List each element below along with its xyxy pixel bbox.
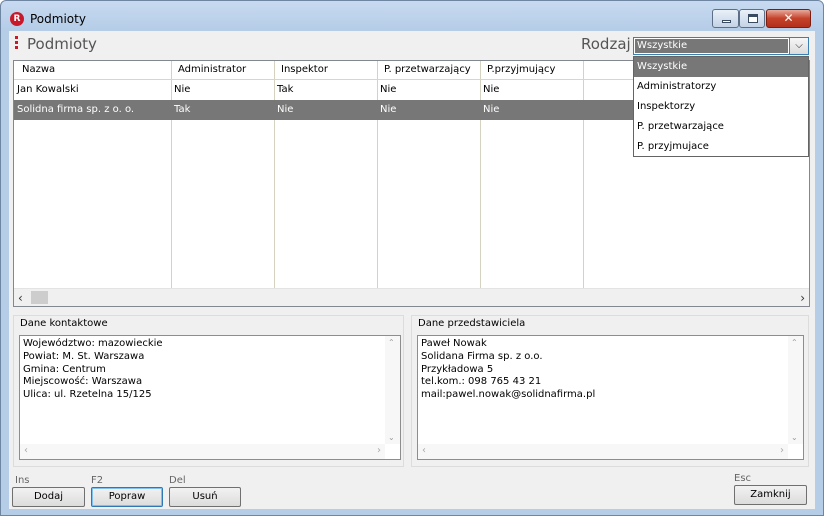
client-area: Podmioty Rodzaj Wszystkie ⌵ Wszystkie Ad… xyxy=(9,31,815,509)
maximize-button[interactable] xyxy=(739,9,765,28)
table-cell: Tak xyxy=(174,104,191,115)
memo-vertical-scrollbar[interactable]: ⌃ ⌄ xyxy=(788,336,803,444)
dropdown-option[interactable]: Wszystkie xyxy=(634,57,808,77)
close-window-button[interactable]: ✕ xyxy=(766,9,811,28)
table-cell: Nie xyxy=(380,84,397,95)
scroll-right-icon[interactable]: › xyxy=(377,445,381,456)
add-button[interactable]: Dodaj xyxy=(12,487,85,507)
column-header[interactable]: Administrator xyxy=(178,64,246,75)
chevron-down-icon[interactable]: ⌵ xyxy=(789,38,808,54)
representative-details-text: Paweł Nowak Solidana Firma sp. z o.o. Pr… xyxy=(421,338,596,401)
representative-details-memo[interactable]: Paweł Nowak Solidana Firma sp. z o.o. Pr… xyxy=(417,335,804,460)
column-header[interactable]: Inspektor xyxy=(281,64,328,75)
title-bar[interactable]: R Podmioty ✕ xyxy=(1,1,823,31)
memo-horizontal-scrollbar[interactable]: ‹ › xyxy=(418,444,788,459)
column-header[interactable]: Nazwa xyxy=(22,64,55,75)
delete-button[interactable]: Usuń xyxy=(169,487,241,507)
scroll-left-icon[interactable]: ‹ xyxy=(24,445,28,456)
podmioty-window: R Podmioty ✕ Podmioty Rodzaj Wszystkie ⌵… xyxy=(0,0,824,516)
contact-details-text: Województwo: mazowieckie Powiat: M. St. … xyxy=(23,338,163,401)
table-cell: Nie xyxy=(174,84,191,95)
table-horizontal-scrollbar[interactable]: ‹ › xyxy=(14,288,809,306)
column-header[interactable]: P. przetwarzający xyxy=(384,64,471,75)
scroll-down-icon[interactable]: ⌄ xyxy=(388,433,395,442)
scroll-right-icon[interactable]: › xyxy=(800,291,805,305)
representative-details-group: Dane przedstawiciela Paweł Nowak Solidan… xyxy=(411,315,809,467)
filter-select-value: Wszystkie xyxy=(635,39,788,53)
contact-details-memo[interactable]: Województwo: mazowieckie Powiat: M. St. … xyxy=(19,335,401,460)
edit-button[interactable]: Popraw xyxy=(91,487,163,507)
scroll-down-icon[interactable]: ⌄ xyxy=(791,433,798,442)
dropdown-option[interactable]: Administratorzy xyxy=(634,77,808,97)
edit-hotkey-hint: F2 xyxy=(91,475,104,486)
table-cell: Solidna firma sp. z o. o. xyxy=(17,104,135,115)
dropdown-option[interactable]: P. przetwarzające xyxy=(634,117,808,137)
scroll-left-icon[interactable]: ‹ xyxy=(422,445,426,456)
close-icon: ✕ xyxy=(783,11,794,25)
page-title: Podmioty xyxy=(27,35,97,53)
header-accent-icon xyxy=(15,36,18,50)
contact-details-group: Dane kontaktowe Województwo: mazowieckie… xyxy=(13,315,404,467)
add-hotkey-hint: Ins xyxy=(15,475,30,486)
table-cell: Nie xyxy=(483,84,500,95)
close-hotkey-hint: Esc xyxy=(734,473,752,484)
table-cell: Nie xyxy=(380,104,397,115)
table-cell: Nie xyxy=(277,104,294,115)
filter-select[interactable]: Wszystkie ⌵ xyxy=(633,37,809,55)
scroll-right-icon[interactable]: › xyxy=(780,445,784,456)
minimize-button[interactable] xyxy=(712,9,739,28)
scroll-up-icon[interactable]: ⌃ xyxy=(791,338,798,347)
filter-dropdown-list: Wszystkie Administratorzy Inspektorzy P.… xyxy=(633,56,809,157)
memo-horizontal-scrollbar[interactable]: ‹ › xyxy=(20,444,385,459)
table-cell: Nie xyxy=(483,104,500,115)
contact-details-label: Dane kontaktowe xyxy=(20,318,108,329)
scroll-left-icon[interactable]: ‹ xyxy=(18,291,23,305)
table-cell: Jan Kowalski xyxy=(17,84,79,95)
close-button[interactable]: Zamknij xyxy=(734,485,807,505)
dropdown-option[interactable]: P. przyjmujace xyxy=(634,137,808,157)
scroll-thumb[interactable] xyxy=(31,291,48,304)
maximize-icon xyxy=(748,14,758,23)
app-logo-icon: R xyxy=(10,12,24,26)
table-cell: Tak xyxy=(277,84,294,95)
scroll-up-icon[interactable]: ⌃ xyxy=(388,338,395,347)
representative-details-label: Dane przedstawiciela xyxy=(418,318,526,329)
filter-label: Rodzaj xyxy=(581,35,631,53)
minimize-icon xyxy=(722,20,731,23)
column-header[interactable]: P.przyjmujący xyxy=(487,64,555,75)
dropdown-option[interactable]: Inspektorzy xyxy=(634,97,808,117)
window-title: Podmioty xyxy=(30,12,86,26)
delete-hotkey-hint: Del xyxy=(169,475,186,486)
memo-vertical-scrollbar[interactable]: ⌃ ⌄ xyxy=(385,336,400,444)
